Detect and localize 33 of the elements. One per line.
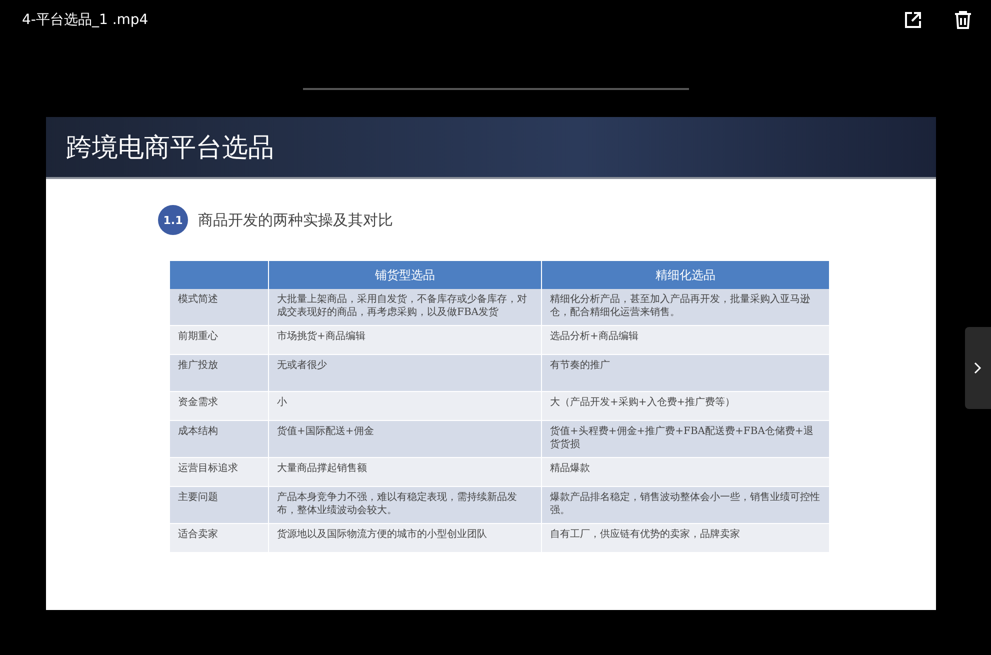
table-cell: 推广投放 bbox=[170, 354, 268, 392]
table-cell: 小 bbox=[268, 392, 542, 420]
table-cell: 大量商品撑起销售额 bbox=[268, 458, 542, 486]
open-external-icon[interactable] bbox=[903, 10, 923, 30]
table-cell: 货值+国际配送+佣金 bbox=[268, 420, 542, 458]
table-cell: 市场挑货+商品编辑 bbox=[268, 326, 542, 354]
column-header: 铺货型选品 bbox=[268, 261, 542, 289]
section-number-badge: 1.1 bbox=[158, 205, 188, 235]
chevron-right-icon bbox=[974, 362, 982, 374]
table-cell: 货源地以及国际物流方便的城市的小型创业团队 bbox=[268, 524, 542, 552]
table-cell: 选品分析+商品编辑 bbox=[542, 326, 830, 354]
section-title: 商品开发的两种实操及其对比 bbox=[198, 210, 393, 230]
table-cell: 精品爆款 bbox=[542, 458, 830, 486]
table-cell: 大（产品开发+采购+入仓费+推广费等） bbox=[542, 392, 830, 420]
table-cell: 适合卖家 bbox=[170, 524, 268, 552]
table-cell: 有节奏的推广 bbox=[542, 354, 830, 392]
table-cell: 大批量上架商品，采用自发货，不备库存或少备库存，对成交表现好的商品，再考虑采购，以及做FBA发货 bbox=[268, 289, 542, 326]
table-cell: 模式简述 bbox=[170, 289, 268, 326]
table-cell: 无或者很少 bbox=[268, 354, 542, 392]
table-cell: 精细化分析产品，甚至加入产品再开发，批量采购入亚马逊仓，配合精细化运营来销售。 bbox=[542, 289, 830, 326]
column-header: 精细化选品 bbox=[542, 261, 830, 289]
table-cell: 产品本身竞争力不强，难以有稳定表现，需持续新品发布，整体业绩波动会较大。 bbox=[268, 486, 542, 524]
slide-title: 跨境电商平台选品 bbox=[66, 132, 274, 164]
table-cell: 资金需求 bbox=[170, 392, 268, 420]
window-title: 4-平台选品_1 .mp4 bbox=[22, 11, 150, 29]
table-cell: 爆款产品排名稳定，销售波动整体会小一些，销售业绩可控性强。 bbox=[542, 486, 830, 524]
table-cell: 成本结构 bbox=[170, 420, 268, 458]
table-cell: 主要问题 bbox=[170, 486, 268, 524]
table-cell: 运营目标追求 bbox=[170, 458, 268, 486]
table-cell: 前期重心 bbox=[170, 326, 268, 354]
delete-icon[interactable] bbox=[953, 9, 973, 31]
table-cell: 自有工厂，供应链有优势的卖家，品牌卖家 bbox=[542, 524, 830, 552]
table-cell: 货值+头程费+佣金+推广费+FBA配送费+FBA仓储费+退货货损 bbox=[542, 420, 830, 458]
